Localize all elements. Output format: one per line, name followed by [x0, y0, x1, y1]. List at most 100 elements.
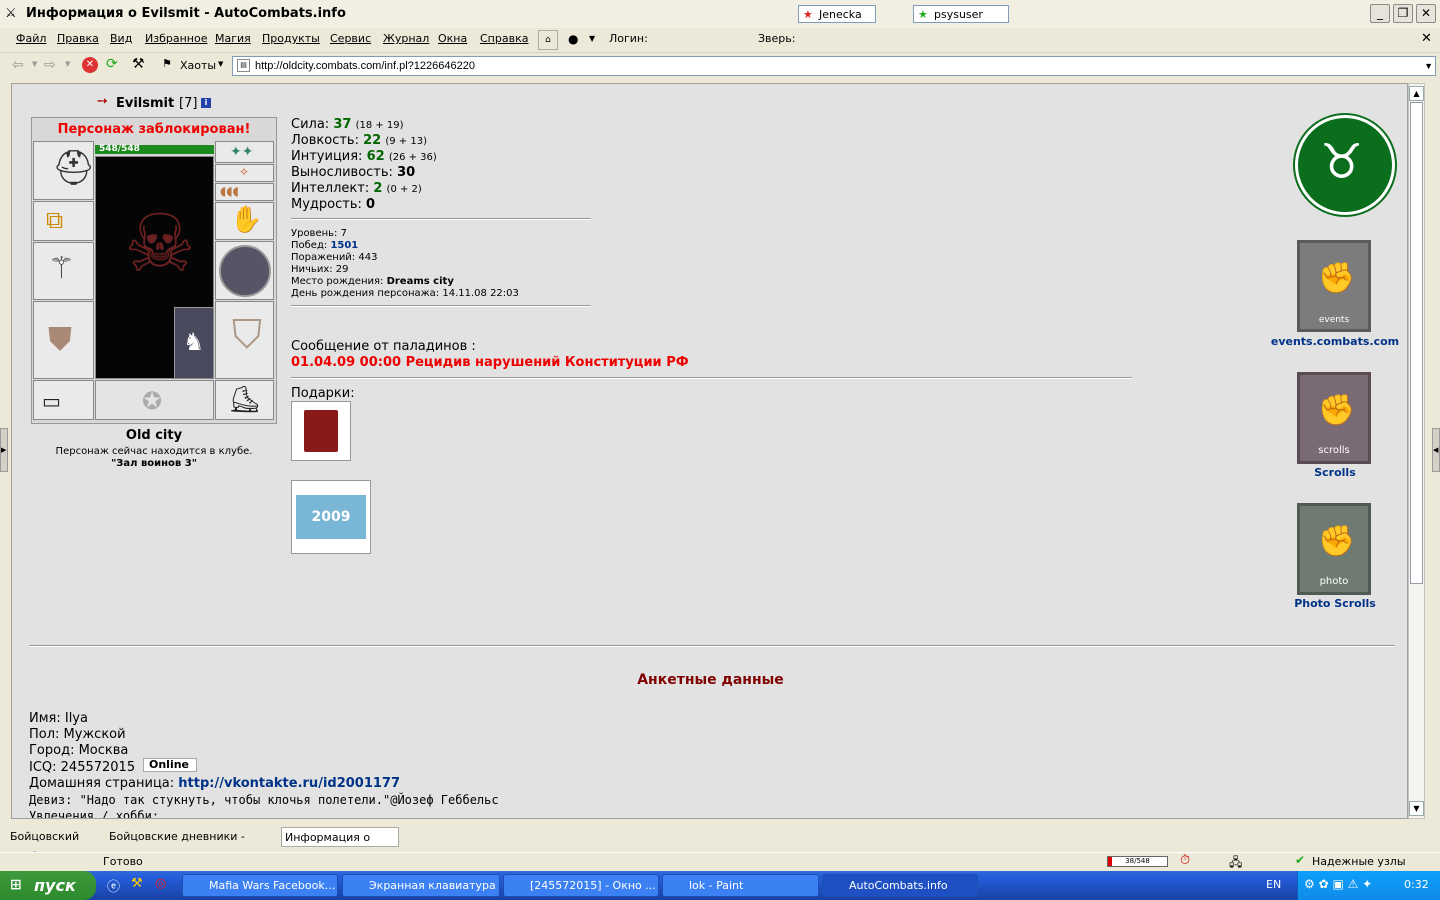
right-panel-toggle[interactable]: ◀ — [1432, 428, 1440, 472]
gift-passport[interactable] — [291, 401, 351, 461]
gift-card-2009[interactable]: 2009 — [291, 480, 371, 554]
pants-slot[interactable]: ⛉ — [215, 301, 274, 379]
menu-service[interactable]: Сервис — [330, 32, 371, 45]
chevron-down-icon[interactable]: ▼ — [589, 34, 595, 43]
minimize-button[interactable]: _ — [1370, 4, 1390, 23]
menu-help[interactable]: Справка — [480, 32, 528, 45]
start-button[interactable]: ⊞ пуск — [0, 871, 96, 900]
wraith-icon: ☠ — [124, 197, 196, 290]
events-link[interactable]: events.combats.com — [1262, 335, 1407, 348]
beast-label: Зверь: — [758, 32, 796, 45]
bulb-icon[interactable]: ● — [568, 32, 578, 46]
bull-icon: ♉ — [1320, 134, 1364, 190]
tab-scrolls[interactable]: Бойцовские дневники - scrolls... — [106, 827, 276, 863]
user1-label: Jenecka — [819, 8, 862, 21]
page-icon: ▤ — [237, 59, 250, 72]
amulet-slot[interactable]: ✦✦ — [215, 141, 274, 163]
scrolls-link[interactable]: Scrolls — [1262, 466, 1407, 479]
task-paint[interactable]: lok - Paint — [662, 874, 819, 897]
helmet-slot[interactable]: ⛑ — [33, 141, 94, 200]
bracers-icon: ⧉ — [46, 206, 64, 234]
earring-slot[interactable]: ✧ — [215, 164, 274, 182]
scroll-thumb[interactable] — [1410, 102, 1423, 584]
gloves-slot[interactable]: ✋ — [215, 202, 274, 240]
menu-file[interactable]: Файл — [16, 32, 46, 45]
ie-quicklaunch-icon[interactable]: ⓔ — [107, 876, 120, 895]
left-panel-toggle[interactable]: ▶ — [0, 428, 8, 472]
menu-favorites[interactable]: Избранное — [145, 32, 207, 45]
user-psysuser-button[interactable]: ★ psysuser — [913, 5, 1009, 23]
tools-icon[interactable]: ⚒ — [132, 56, 145, 72]
stat-wisdom: Мудрость: 0 — [291, 197, 376, 212]
menu-products[interactable]: Продукты — [262, 32, 320, 45]
close-icon[interactable]: ✕ — [1421, 31, 1432, 46]
close-button[interactable]: ✕ — [1416, 4, 1436, 23]
clock[interactable]: 0:32 — [1404, 878, 1429, 891]
photo-banner[interactable]: ✊ photo — [1297, 503, 1371, 595]
character-name[interactable]: Evilsmit — [116, 96, 174, 111]
tab-fight-club[interactable]: Бойцовский клуб — [7, 827, 105, 863]
homepage-link[interactable]: http://vkontakte.ru/id2001177 — [178, 776, 400, 791]
tab-evilsmit-info[interactable]: Информация о Evilsmit — [281, 827, 399, 864]
language-indicator[interactable]: EN — [1266, 878, 1281, 891]
belt-slot[interactable]: ▭ — [33, 380, 94, 420]
stop-icon[interactable]: ✕ — [82, 57, 98, 73]
menu-edit[interactable]: Правка — [57, 32, 99, 45]
amulet-icon: ✦✦ — [230, 144, 254, 160]
menu-windows[interactable]: Окна — [438, 32, 467, 45]
icq-online-badge[interactable]: Online — [143, 758, 197, 772]
menu-magic[interactable]: Магия — [215, 32, 251, 45]
forward-icon[interactable]: ⇨ — [44, 57, 56, 73]
refresh-icon[interactable]: ⟳ — [106, 56, 118, 72]
profile-heading: Анкетные данные — [637, 672, 784, 688]
shield-slot[interactable] — [215, 241, 274, 300]
chevron-down-icon[interactable]: ▼ — [218, 60, 223, 68]
chaos-label[interactable]: Хаоты — [180, 59, 216, 72]
task-label: Экранная клавиатура — [369, 879, 496, 892]
events-banner[interactable]: ✊ events — [1297, 240, 1371, 332]
city-name: Old city — [125, 428, 183, 443]
task-onscreen-keyboard[interactable]: Экранная клавиатура — [342, 874, 500, 897]
info-icon[interactable]: i — [201, 98, 211, 108]
tools-quicklaunch-icon[interactable]: ⚒ — [131, 876, 143, 891]
home-icon[interactable]: ⌂ — [538, 30, 558, 50]
menu-view[interactable]: Вид — [110, 32, 132, 45]
rings-slot[interactable]: ◖◖◖ — [215, 183, 274, 201]
status-text: Готово — [103, 855, 143, 868]
boots-icon: ⛸ — [228, 385, 262, 415]
scroll-up-button[interactable]: ▲ — [1409, 86, 1424, 101]
restore-button[interactable]: ❐ — [1393, 4, 1413, 23]
profile-hobbies: Увлечения / хобби: — [29, 809, 160, 819]
boots-slot[interactable]: ⛸ — [215, 380, 274, 420]
tray-app-icons[interactable]: ⚙ ✿ ▣ ⚠ ✦ — [1304, 877, 1372, 891]
helmet-icon: ⛑ — [52, 148, 94, 188]
task-autocombats[interactable]: AutoCombats.info — [822, 874, 978, 897]
arrow-icon: ➙ — [97, 94, 108, 109]
back-icon[interactable]: ⇦ — [12, 57, 24, 73]
chevron-down-icon[interactable]: ▼ — [32, 60, 37, 68]
bracers-slot[interactable]: ⧉ — [33, 201, 94, 241]
armor-slot[interactable]: ⛊ — [33, 301, 94, 379]
owl-pet[interactable]: ♞ — [174, 307, 213, 378]
owl-icon: ♞ — [183, 328, 205, 356]
scroll-down-button[interactable]: ▼ — [1409, 801, 1424, 816]
club-logo[interactable]: ♉ — [1295, 115, 1395, 215]
rings-icon: ◖◖◖ — [220, 184, 239, 198]
clock-icon[interactable]: ⏱ — [1180, 853, 1190, 868]
opera-quicklaunch-icon[interactable]: ◎ — [155, 876, 166, 891]
vertical-scrollbar[interactable]: ▲ ▼ — [1408, 83, 1425, 819]
user-jenecka-button[interactable]: ★ Jenecka — [798, 5, 876, 23]
task-icq-window[interactable]: [245572015] - Окно ... — [503, 874, 659, 897]
chevron-down-icon[interactable]: ▼ — [1424, 57, 1433, 75]
page-content: ➙ Evilsmit [7] i Персонаж заблокирован! … — [11, 83, 1408, 819]
task-mafia-wars[interactable]: Mafia Wars Facebook... — [182, 874, 338, 897]
weapon-slot[interactable]: ⚚ — [33, 242, 94, 300]
scrolls-banner[interactable]: ✊ scrolls — [1297, 372, 1371, 464]
address-input[interactable]: ▤ http://oldcity.combats.com/inf.pl?1226… — [232, 56, 1436, 76]
menu-journal[interactable]: Журнал — [383, 32, 429, 45]
user2-label: psysuser — [934, 8, 983, 21]
stat-agility: Ловкость: 22 (9 + 13) — [291, 133, 427, 148]
chevron-down-icon[interactable]: ▼ — [65, 60, 70, 68]
location-room: "Зал воинов 3" — [111, 458, 197, 469]
photo-scrolls-link[interactable]: Photo Scrolls — [1262, 597, 1407, 610]
